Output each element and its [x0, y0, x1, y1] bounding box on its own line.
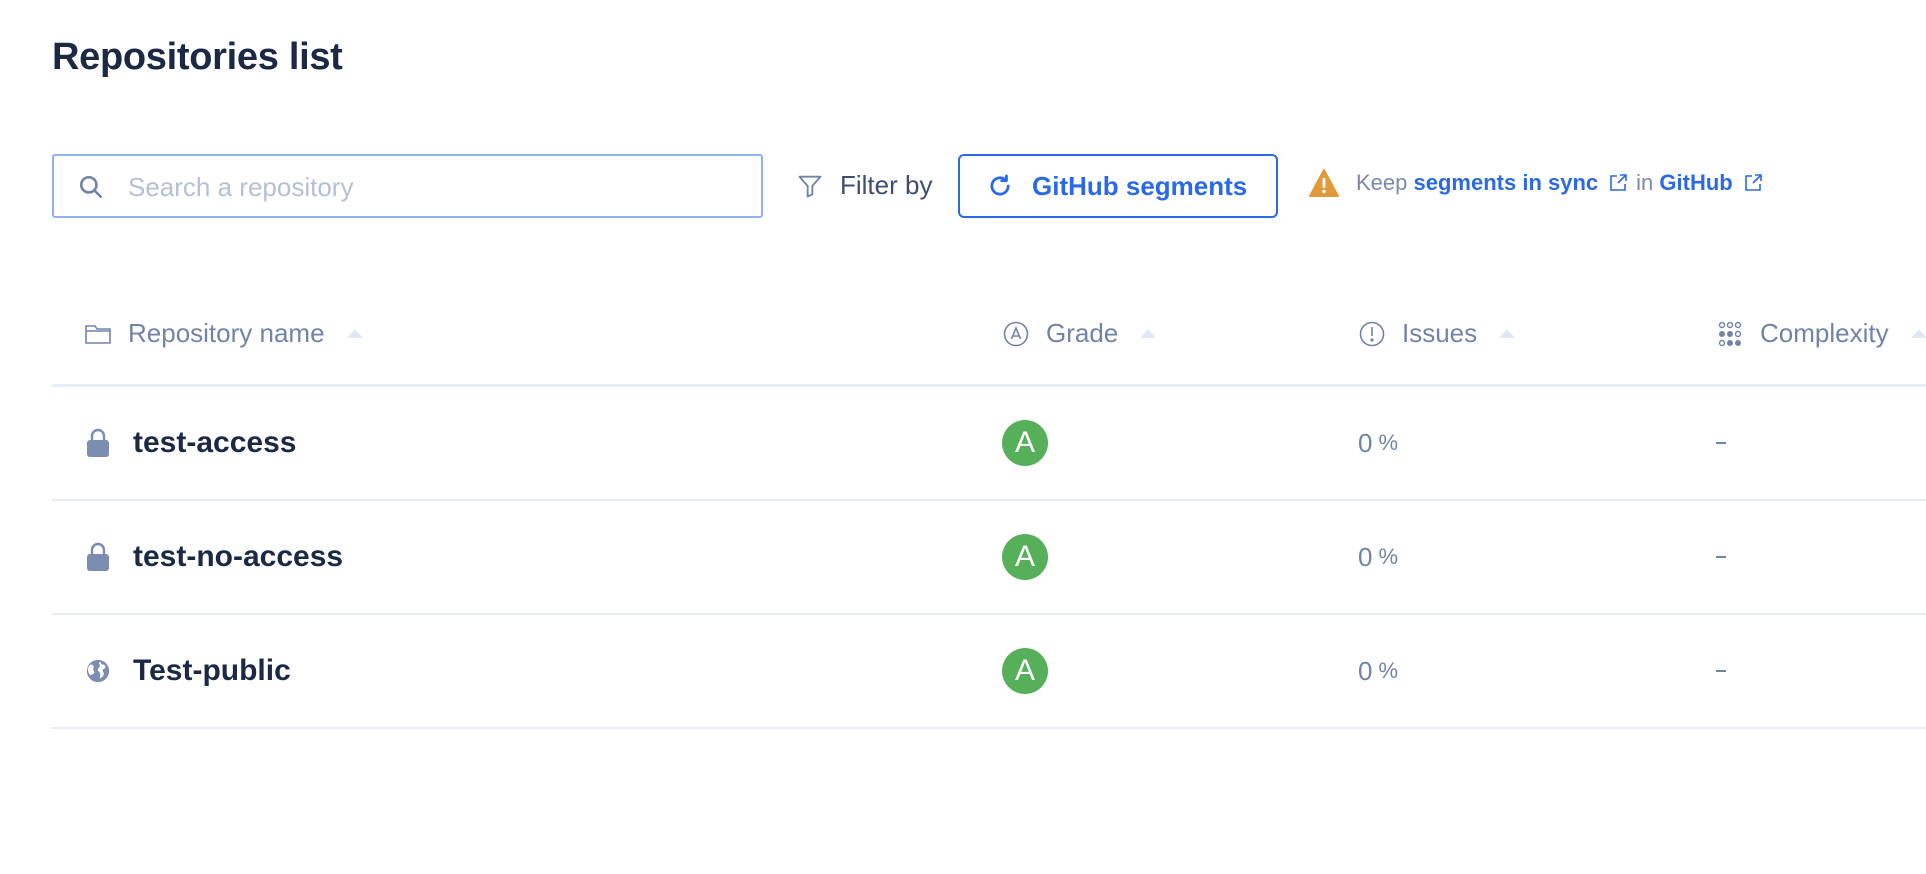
github-segments-button[interactable]: GitHub segments [958, 154, 1278, 218]
complexity-empty-dash [1716, 670, 1726, 672]
repository-name-link[interactable]: test-no-access [133, 540, 343, 574]
sync-middle: in [1636, 170, 1654, 195]
column-header-grade[interactable]: Grade [1002, 318, 1157, 349]
globe-icon [86, 659, 110, 683]
column-label: Issues [1402, 318, 1478, 348]
grade-cell: A [1002, 615, 1048, 727]
sync-prefix: Keep [1356, 170, 1408, 195]
external-link-icon[interactable] [1743, 173, 1763, 193]
issues-unit: % [1378, 430, 1399, 455]
complexity-empty-dash [1716, 442, 1726, 444]
sync-notice: Keep segments in sync in GitHub [1308, 168, 1771, 198]
refresh-icon [990, 174, 1010, 196]
grade-cell: A [1002, 501, 1048, 613]
sort-asc-icon[interactable] [1499, 329, 1516, 338]
lock-icon [87, 542, 109, 571]
filter-icon [798, 175, 822, 197]
table-row[interactable]: Test-public A 0 % [52, 615, 1926, 729]
sort-asc-icon[interactable] [1910, 329, 1926, 338]
complexity-cell [1716, 615, 1726, 727]
segments-in-sync-link[interactable]: segments in sync [1414, 170, 1599, 196]
sort-asc-icon[interactable] [1140, 329, 1157, 338]
column-label: Repository name [128, 318, 325, 348]
complexity-cell [1716, 387, 1726, 499]
page-title: Repositories list [52, 36, 343, 78]
issues-value: 0 [1358, 655, 1373, 686]
grade-cell: A [1002, 387, 1048, 499]
search-box[interactable] [52, 154, 763, 218]
filter-label: Filter by [840, 170, 933, 200]
folder-icon [85, 324, 111, 344]
column-header-complexity[interactable]: Complexity [1716, 318, 1926, 349]
search-icon [79, 175, 103, 199]
issues-unit: % [1378, 544, 1399, 569]
github-segments-label: GitHub segments [1032, 170, 1248, 201]
repositories-table: Repository name Grade Issues Complexity … [52, 290, 1926, 729]
sort-asc-icon[interactable] [346, 329, 363, 338]
table-header: Repository name Grade Issues Complexity [52, 290, 1926, 387]
issues-cell: 0 % [1358, 615, 1398, 727]
issues-value: 0 [1358, 427, 1373, 458]
complexity-empty-dash [1716, 556, 1726, 558]
column-header-repository-name[interactable]: Repository name [84, 318, 363, 349]
issues-unit: % [1378, 658, 1399, 683]
issues-cell: 0 % [1358, 387, 1398, 499]
repository-cell: test-no-access [85, 501, 343, 613]
exclamation-circle-icon [1359, 321, 1385, 346]
search-input[interactable] [126, 166, 740, 208]
lock-icon [87, 428, 109, 457]
external-link-icon[interactable] [1608, 173, 1628, 193]
filter-by: Filter by [796, 170, 932, 201]
repository-cell: Test-public [85, 615, 291, 727]
issues-value: 0 [1358, 541, 1373, 572]
grade-circle-icon [1003, 321, 1029, 346]
table-row[interactable]: test-access A 0 % [52, 387, 1926, 501]
dot-grid-icon [1718, 321, 1742, 346]
repository-name-link[interactable]: Test-public [133, 654, 291, 688]
warning-icon [1309, 169, 1339, 197]
column-label: Grade [1046, 318, 1119, 348]
grade-badge: A [1002, 534, 1048, 580]
github-link[interactable]: GitHub [1659, 170, 1732, 196]
column-label: Complexity [1760, 318, 1889, 348]
repository-name-link[interactable]: test-access [133, 426, 296, 460]
column-header-issues[interactable]: Issues [1358, 318, 1516, 349]
complexity-cell [1716, 501, 1726, 613]
repository-cell: test-access [85, 387, 296, 499]
table-row[interactable]: test-no-access A 0 % [52, 501, 1926, 615]
grade-badge: A [1002, 648, 1048, 694]
grade-badge: A [1002, 420, 1048, 466]
issues-cell: 0 % [1358, 501, 1398, 613]
